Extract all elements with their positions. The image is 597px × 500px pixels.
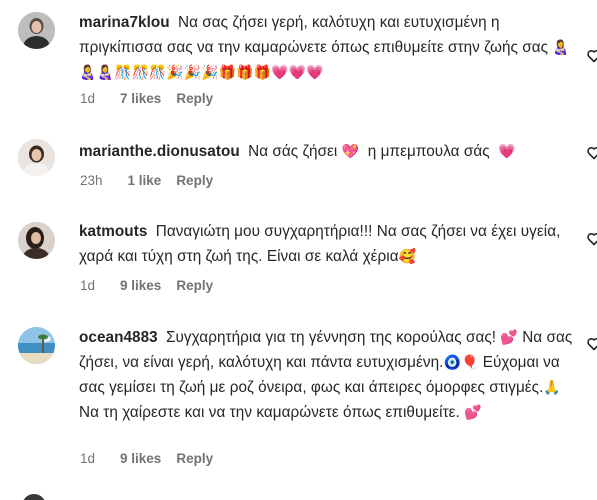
likes-count[interactable]: 9 likes [120, 451, 161, 466]
comment-body: Να τη χαίρεστε και να την καμαρώνετε όπω… [79, 404, 460, 421]
comment-body: η μπεμπουλα σάς [367, 143, 490, 160]
comment-text: ocean4883 Συγχαρητήρια για τη γέννηση τη… [79, 325, 574, 425]
smiling-face-hearts-emoji: 🥰 [398, 248, 417, 264]
avatar[interactable] [18, 12, 55, 49]
comment-body: Συγχαρητήρια για τη γέννηση της κορούλας… [166, 329, 497, 346]
praying-hands-emoji: 🙏 [543, 379, 561, 395]
timestamp[interactable]: 1d [80, 451, 95, 466]
avatar[interactable] [18, 222, 55, 259]
comment-text: marianthe.dionusatou Να σάς ζήσει 💖 η μπ… [79, 139, 574, 164]
comment-text: marina7klou Να σας ζήσει γερή, καλότυχη … [79, 10, 574, 85]
timestamp[interactable]: 1d [80, 91, 95, 106]
username[interactable]: marianthe.dionusatou [79, 143, 240, 160]
reply-button[interactable]: Reply [176, 278, 213, 293]
timestamp[interactable]: 1d [80, 278, 95, 293]
comment-text: katmouts Παναγιώτη μου συγχαρητήρια!!! Ν… [79, 219, 574, 269]
heart-outline-icon[interactable] [587, 49, 597, 63]
sparkling-heart-emoji: 💖 [341, 143, 360, 159]
username[interactable]: marina7klou [79, 14, 170, 31]
comment-meta: 1d 9 likes Reply [80, 278, 213, 293]
two-hearts-emoji: 💕 [500, 329, 518, 345]
heart-outline-icon[interactable] [587, 232, 597, 246]
avatar[interactable] [22, 494, 46, 500]
username[interactable]: katmouts [79, 223, 147, 240]
likes-count[interactable]: 9 likes [120, 278, 161, 293]
heart-outline-icon[interactable] [587, 146, 597, 160]
comment-meta: 1d 7 likes Reply [80, 91, 213, 106]
reply-button[interactable]: Reply [176, 173, 213, 188]
two-hearts-emoji: 💕 [464, 404, 482, 420]
reply-button[interactable]: Reply [176, 91, 213, 106]
timestamp[interactable]: 23h [80, 173, 103, 188]
comment-body: Να σάς ζήσει [248, 143, 338, 160]
comment-body: Παναγιώτη μου συγχαρητήρια!!! Να σας ζήσ… [79, 223, 561, 265]
evil-eye-balloon-emoji: 🧿🎈 [443, 354, 479, 370]
comment-meta: 1d 9 likes Reply [80, 451, 213, 466]
heart-outline-icon[interactable] [587, 337, 597, 351]
avatar[interactable] [18, 139, 55, 176]
heart-emoji: 💗 [498, 143, 516, 159]
likes-count[interactable]: 1 like [128, 173, 162, 188]
likes-count[interactable]: 7 likes [120, 91, 161, 106]
username[interactable]: ocean4883 [79, 329, 158, 346]
comment-meta: 23h 1 like Reply [80, 173, 213, 188]
reply-button[interactable]: Reply [176, 451, 213, 466]
avatar[interactable] [18, 327, 55, 364]
